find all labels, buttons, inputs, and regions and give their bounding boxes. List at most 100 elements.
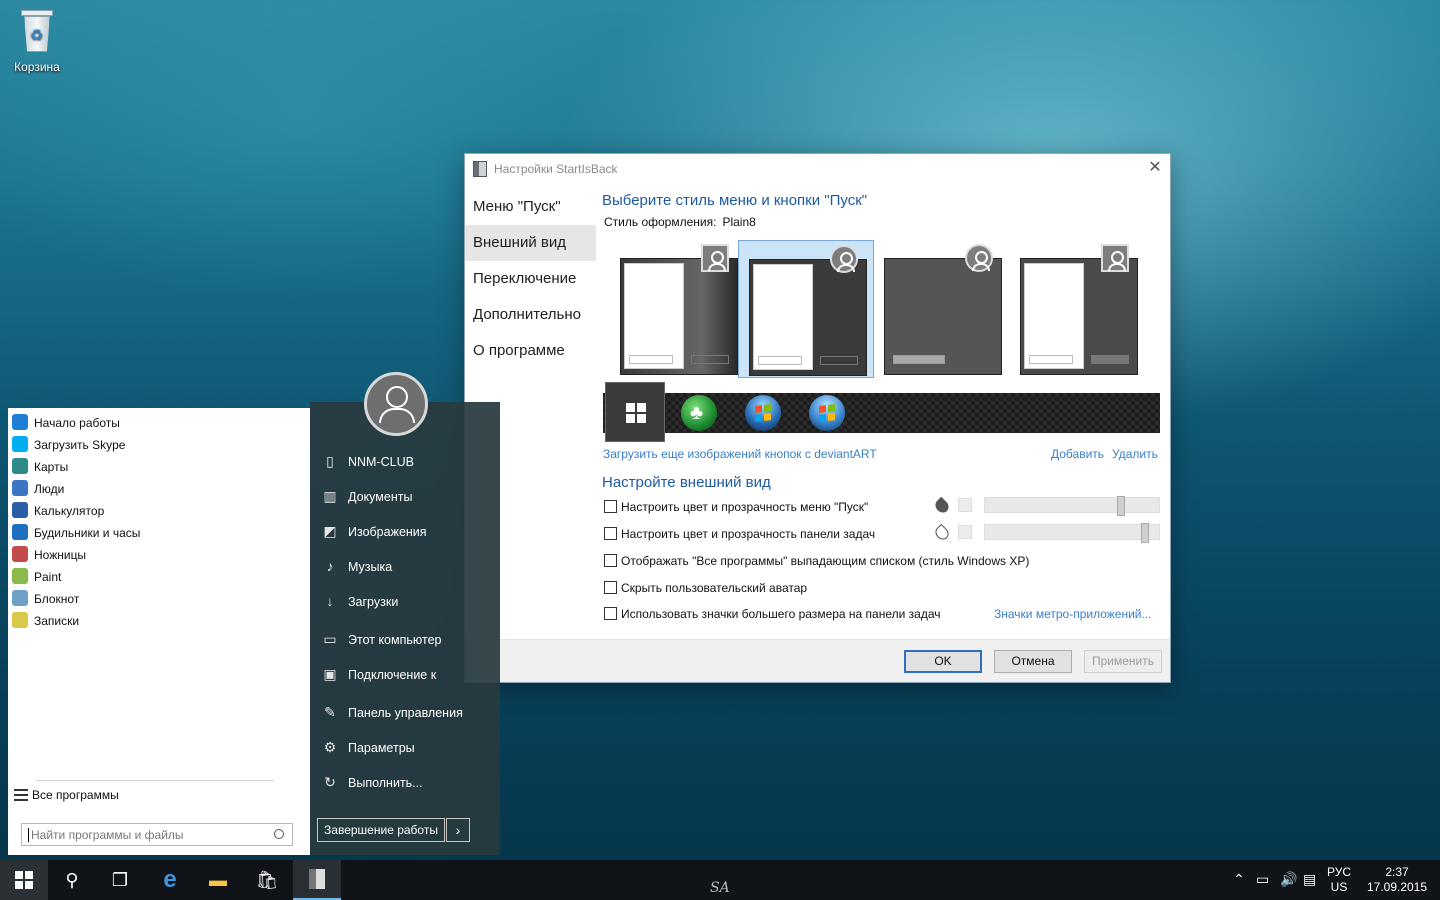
apply-button[interactable]: Применить <box>1084 650 1162 673</box>
menu-transparency-slider[interactable] <box>984 496 1160 516</box>
nav-start-menu[interactable]: Меню "Пуск" <box>465 189 596 225</box>
option-label: Использовать значки большего размера на … <box>621 607 941 621</box>
slider-thumb[interactable] <box>1141 523 1150 543</box>
place-item[interactable]: ♪ Музыка <box>322 553 393 579</box>
style-thumb-2[interactable] <box>738 240 874 378</box>
folder-icon: ▬ <box>209 870 227 890</box>
program-item[interactable]: Люди <box>12 478 64 500</box>
color-swatch[interactable] <box>958 525 972 539</box>
startisback-taskbar-button[interactable] <box>293 860 341 900</box>
place-item[interactable]: ↓ Загрузки <box>322 588 399 614</box>
place-item[interactable]: ▭ Этот компьютер <box>322 626 441 652</box>
deviantart-link[interactable]: Загрузить еще изображений кнопок с devia… <box>603 447 877 461</box>
checkbox[interactable] <box>604 500 617 513</box>
program-label: Записки <box>34 614 80 628</box>
place-icon: ▣ <box>323 666 337 682</box>
delete-link[interactable]: Удалить <box>1112 447 1158 461</box>
style-thumb-3[interactable] <box>874 240 1010 378</box>
shutdown-options-button[interactable]: › <box>446 818 470 842</box>
clock[interactable]: 2:37 17.09.2015 <box>1365 865 1429 895</box>
taskbar-transparency-slider[interactable] <box>984 523 1160 543</box>
dialog-footer: OK Отмена Применить <box>465 639 1170 682</box>
start-search-input[interactable]: Найти программы и файлы <box>21 823 293 846</box>
list-icon <box>14 789 28 801</box>
option-hide-avatar[interactable]: Скрыть пользовательский аватар <box>604 581 807 595</box>
place-item[interactable]: ▥ Документы <box>322 483 412 509</box>
place-item[interactable]: ✎ Панель управления <box>322 699 463 725</box>
programs-pane: Начало работы Загрузить Skype Карты Люди Кал… <box>8 408 310 855</box>
slider-thumb[interactable] <box>1116 496 1125 516</box>
checkbox[interactable] <box>604 607 617 620</box>
program-item[interactable]: Paint <box>12 566 61 588</box>
windows-flag-icon <box>755 404 771 422</box>
task-view-icon: ❐ <box>111 870 129 890</box>
place-item[interactable]: ◩ Изображения <box>322 518 426 544</box>
nav-advanced[interactable]: Дополнительно <box>465 297 596 333</box>
place-item[interactable]: ▣ Подключение к <box>322 661 436 687</box>
network-icon[interactable]: ▭ <box>1256 871 1269 888</box>
place-item[interactable]: ↻ Выполнить... <box>322 769 422 795</box>
style-thumbnails <box>610 240 1150 378</box>
show-hidden-icons-button[interactable]: ⌃ <box>1233 871 1245 888</box>
place-icon: ↻ <box>324 774 336 790</box>
language-indicator[interactable]: РУС US <box>1327 865 1351 895</box>
place-label: Этот компьютер <box>348 633 442 647</box>
all-programs-button[interactable]: Все программы <box>14 788 119 802</box>
start-button-orbs: ♣ <box>603 382 1160 442</box>
option-xp-all-programs[interactable]: Отображать "Все программы" выпадающим сп… <box>604 554 1029 568</box>
dialog-titlebar[interactable]: Настройки StartIsBack ✕ <box>465 154 1170 184</box>
program-item[interactable]: Загрузить Skype <box>12 434 125 456</box>
option-taskbar-color[interactable]: Настроить цвет и прозрачность панели зад… <box>604 527 875 541</box>
place-label: Документы <box>348 490 413 504</box>
volume-icon[interactable]: 🔊 <box>1280 871 1297 888</box>
paint-icon <box>12 568 28 584</box>
nav-appearance[interactable]: Внешний вид <box>465 225 596 261</box>
layout-code: US <box>1330 880 1348 894</box>
style-thumb-1[interactable] <box>610 240 746 378</box>
program-item[interactable]: Блокнот <box>12 588 79 610</box>
place-icon: ↓ <box>326 593 334 609</box>
search-button[interactable]: ⚲ <box>48 860 96 900</box>
recycle-bin-shortcut[interactable]: ♻ Корзина <box>10 6 64 74</box>
explorer-button[interactable]: ▬ <box>194 860 242 900</box>
add-link[interactable]: Добавить <box>1051 447 1104 461</box>
checkbox[interactable] <box>604 554 617 567</box>
place-item[interactable]: ▯ NNM-CLUB <box>322 448 414 474</box>
checkbox[interactable] <box>604 581 617 594</box>
program-item[interactable]: Ножницы <box>12 544 86 566</box>
orb-windows7-a[interactable] <box>745 395 781 431</box>
metro-icons-link[interactable]: Значки метро-приложений... <box>994 607 1151 621</box>
program-item[interactable]: Калькулятор <box>12 500 104 522</box>
option-menu-color[interactable]: Настроить цвет и прозрачность меню "Пуск… <box>604 500 868 514</box>
option-large-icons[interactable]: Использовать значки большего размера на … <box>604 607 941 621</box>
search-icon: ⚲ <box>65 870 79 890</box>
orb-windows10[interactable] <box>605 382 665 442</box>
action-center-icon[interactable]: ▤ <box>1303 871 1316 888</box>
program-item[interactable]: Начало работы <box>12 412 120 434</box>
store-button[interactable]: 🛍 <box>243 860 291 900</box>
program-item[interactable]: Карты <box>12 456 68 478</box>
task-view-button[interactable]: ❐ <box>96 860 144 900</box>
windows-flag-icon <box>819 404 835 422</box>
start-button[interactable] <box>0 860 48 900</box>
ok-button[interactable]: OK <box>904 650 982 673</box>
user-avatar[interactable] <box>364 372 428 436</box>
opacity-outline-icon <box>932 523 952 543</box>
close-button[interactable]: ✕ <box>1140 154 1170 184</box>
place-item[interactable]: ⚙ Параметры <box>322 734 415 760</box>
program-item[interactable]: Будильники и часы <box>12 522 140 544</box>
checkbox[interactable] <box>604 527 617 540</box>
orb-clover[interactable]: ♣ <box>681 395 717 431</box>
color-swatch[interactable] <box>958 498 972 512</box>
style-thumb-4[interactable] <box>1010 240 1146 378</box>
shutdown-button[interactable]: Завершение работы <box>317 818 445 842</box>
program-item[interactable]: Записки <box>12 610 79 632</box>
edge-button[interactable]: e <box>146 860 194 900</box>
orb-windows7-b[interactable] <box>809 395 845 431</box>
nav-about[interactable]: О программе <box>465 333 596 369</box>
nav-switching[interactable]: Переключение <box>465 261 596 297</box>
places-pane: ▯ NNM-CLUB ▥ Документы ◩ Изображения ♪ Музыка ↓ З… <box>310 402 500 855</box>
maps-icon <box>12 458 28 474</box>
cancel-button[interactable]: Отмена <box>994 650 1072 673</box>
people-icon <box>12 480 28 496</box>
